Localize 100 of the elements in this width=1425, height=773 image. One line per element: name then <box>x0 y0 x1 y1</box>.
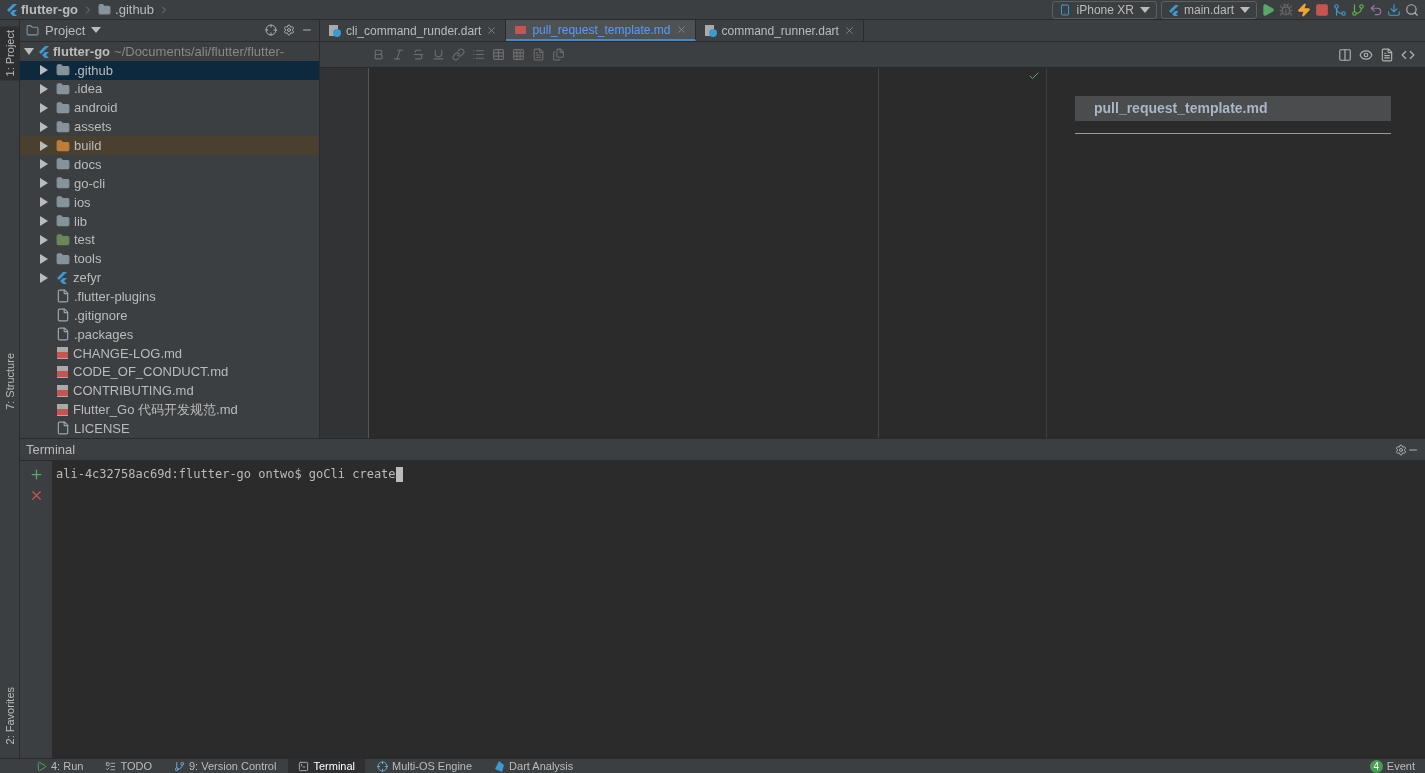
run-icon[interactable] <box>1261 2 1275 17</box>
tree-item[interactable]: build <box>74 138 102 154</box>
project-path: ~/Documents/ali/flutter/flutter- <box>114 43 285 59</box>
folder-icon <box>56 195 70 210</box>
collapsed-arrow-icon[interactable] <box>40 178 48 189</box>
add-icon[interactable] <box>28 467 44 482</box>
list-icon[interactable] <box>472 48 485 61</box>
collapsed-arrow-icon[interactable] <box>40 140 48 151</box>
markdown-file-icon <box>56 364 69 379</box>
download-icon[interactable] <box>1387 2 1401 17</box>
stop-icon[interactable] <box>1315 2 1329 17</box>
tree-item[interactable]: .gitignore <box>74 307 128 323</box>
collapsed-arrow-icon[interactable] <box>40 65 48 76</box>
table-icon[interactable] <box>492 48 505 61</box>
editor-only-icon[interactable] <box>1380 47 1394 62</box>
collapsed-arrow-icon[interactable] <box>40 102 48 113</box>
flutter-logo-icon <box>56 270 69 285</box>
tree-item[interactable]: docs <box>74 156 102 172</box>
tree-item[interactable]: lib <box>74 213 87 229</box>
grid-icon[interactable] <box>512 48 525 61</box>
tree-item[interactable]: flutter-go <box>53 43 111 59</box>
folder-icon <box>56 157 70 172</box>
tool-window-tab[interactable]: Terminal <box>288 759 365 773</box>
folder-icon <box>56 176 70 191</box>
tree-item[interactable]: android <box>74 100 118 116</box>
folder-icon <box>56 100 70 115</box>
collapsed-arrow-icon[interactable] <box>40 216 48 226</box>
close-icon <box>843 25 855 36</box>
panel-title[interactable]: Project <box>45 22 86 38</box>
terminal-command: ali-4c32758ac69d:flutter-go ontwo$ goCli create <box>56 467 396 481</box>
tool-window-tab[interactable]: Multi-OS Engine <box>367 759 483 773</box>
tool-window-tab[interactable]: 4: Run <box>26 759 94 773</box>
branch-icon[interactable] <box>174 760 185 772</box>
file-icon <box>56 308 70 323</box>
markdown-file-icon <box>56 346 69 360</box>
documents-icon[interactable] <box>552 48 565 61</box>
collapsed-arrow-icon[interactable] <box>40 84 48 94</box>
preview-icon[interactable] <box>1359 47 1373 62</box>
run-config-selector[interactable]: main.dart <box>1160 0 1257 19</box>
collapsed-arrow-icon[interactable] <box>40 197 48 208</box>
event-log-tab[interactable]: 4 Event <box>1359 759 1425 773</box>
folder-icon <box>56 119 70 134</box>
preview-heading: pull_request_template.md <box>1075 96 1391 121</box>
file-icon <box>56 327 70 342</box>
todo-icon[interactable] <box>105 760 117 772</box>
tree-item[interactable]: CONTRIBUTING.md <box>73 383 194 399</box>
tree-item[interactable]: test <box>74 232 95 248</box>
breadcrumb-item[interactable]: flutter-go <box>21 2 79 17</box>
editor-tab[interactable]: pull_request_template.md <box>506 20 696 41</box>
device-selector[interactable]: iPhone XR <box>1051 0 1157 19</box>
tree-item[interactable]: CODE_OF_CONDUCT.md <box>73 364 229 380</box>
tree-item[interactable]: .packages <box>74 326 134 342</box>
tree-item[interactable]: zefyr <box>73 270 102 286</box>
folder-icon <box>98 3 112 16</box>
tree-item[interactable]: CHANGE-LOG.md <box>73 345 183 361</box>
settings-icon[interactable] <box>283 24 295 37</box>
tool-window-tab[interactable]: 9: Version Control <box>164 759 287 773</box>
tool-window-tab[interactable]: 7: Structure <box>0 349 19 414</box>
tool-window-tab[interactable]: 2: Favorites <box>0 682 19 748</box>
settings-icon[interactable] <box>1395 443 1407 456</box>
dart-icon[interactable] <box>494 760 506 772</box>
tool-window-tab[interactable]: Dart Analysis <box>484 759 584 773</box>
tree-item[interactable]: assets <box>74 119 112 135</box>
run-icon[interactable] <box>36 760 47 772</box>
tree-item[interactable]: LICENSE <box>74 420 130 436</box>
breadcrumb-item[interactable]: .github <box>115 2 155 17</box>
terminal-icon[interactable] <box>298 760 310 772</box>
strikethrough-icon[interactable] <box>412 48 425 61</box>
bold-icon[interactable] <box>372 48 385 61</box>
lightning-icon[interactable] <box>1297 2 1311 17</box>
collapsed-arrow-icon[interactable] <box>40 159 48 170</box>
branch-icon[interactable] <box>1351 2 1365 17</box>
expand-arrow-icon[interactable] <box>24 47 34 55</box>
collapsed-arrow-icon[interactable] <box>40 253 48 264</box>
split-view-icon[interactable] <box>1338 47 1352 62</box>
folder-icon <box>56 214 70 228</box>
undo-icon[interactable] <box>1369 2 1383 17</box>
git-icon[interactable] <box>1333 2 1347 17</box>
tree-item[interactable]: go-cli <box>74 175 106 191</box>
locate-icon[interactable] <box>265 24 277 37</box>
tree-item[interactable]: Flutter_Go 代码开发规范.md <box>73 400 238 419</box>
tree-item[interactable]: .flutter-plugins <box>74 288 156 304</box>
tree-item[interactable]: .idea <box>74 81 103 97</box>
phone-icon <box>1058 3 1071 16</box>
dart-file-icon <box>703 24 717 37</box>
collapsed-arrow-icon[interactable] <box>40 272 48 283</box>
tree-item[interactable]: .github <box>74 62 114 78</box>
folder-icon <box>56 251 70 266</box>
collapsed-arrow-icon[interactable] <box>40 234 48 245</box>
project-view-icon <box>26 23 39 37</box>
search-icon[interactable] <box>1405 2 1419 17</box>
document-icon[interactable] <box>532 48 545 61</box>
folder-icon <box>56 138 70 153</box>
tree-item[interactable]: ios <box>74 194 91 210</box>
tool-window-tab[interactable]: 1: Project <box>0 26 19 81</box>
collapsed-arrow-icon[interactable] <box>40 121 48 132</box>
file-icon <box>56 421 70 436</box>
tree-item[interactable]: tools <box>74 251 102 267</box>
file-icon <box>56 289 70 304</box>
tool-window-tab[interactable]: TODO <box>95 759 162 773</box>
